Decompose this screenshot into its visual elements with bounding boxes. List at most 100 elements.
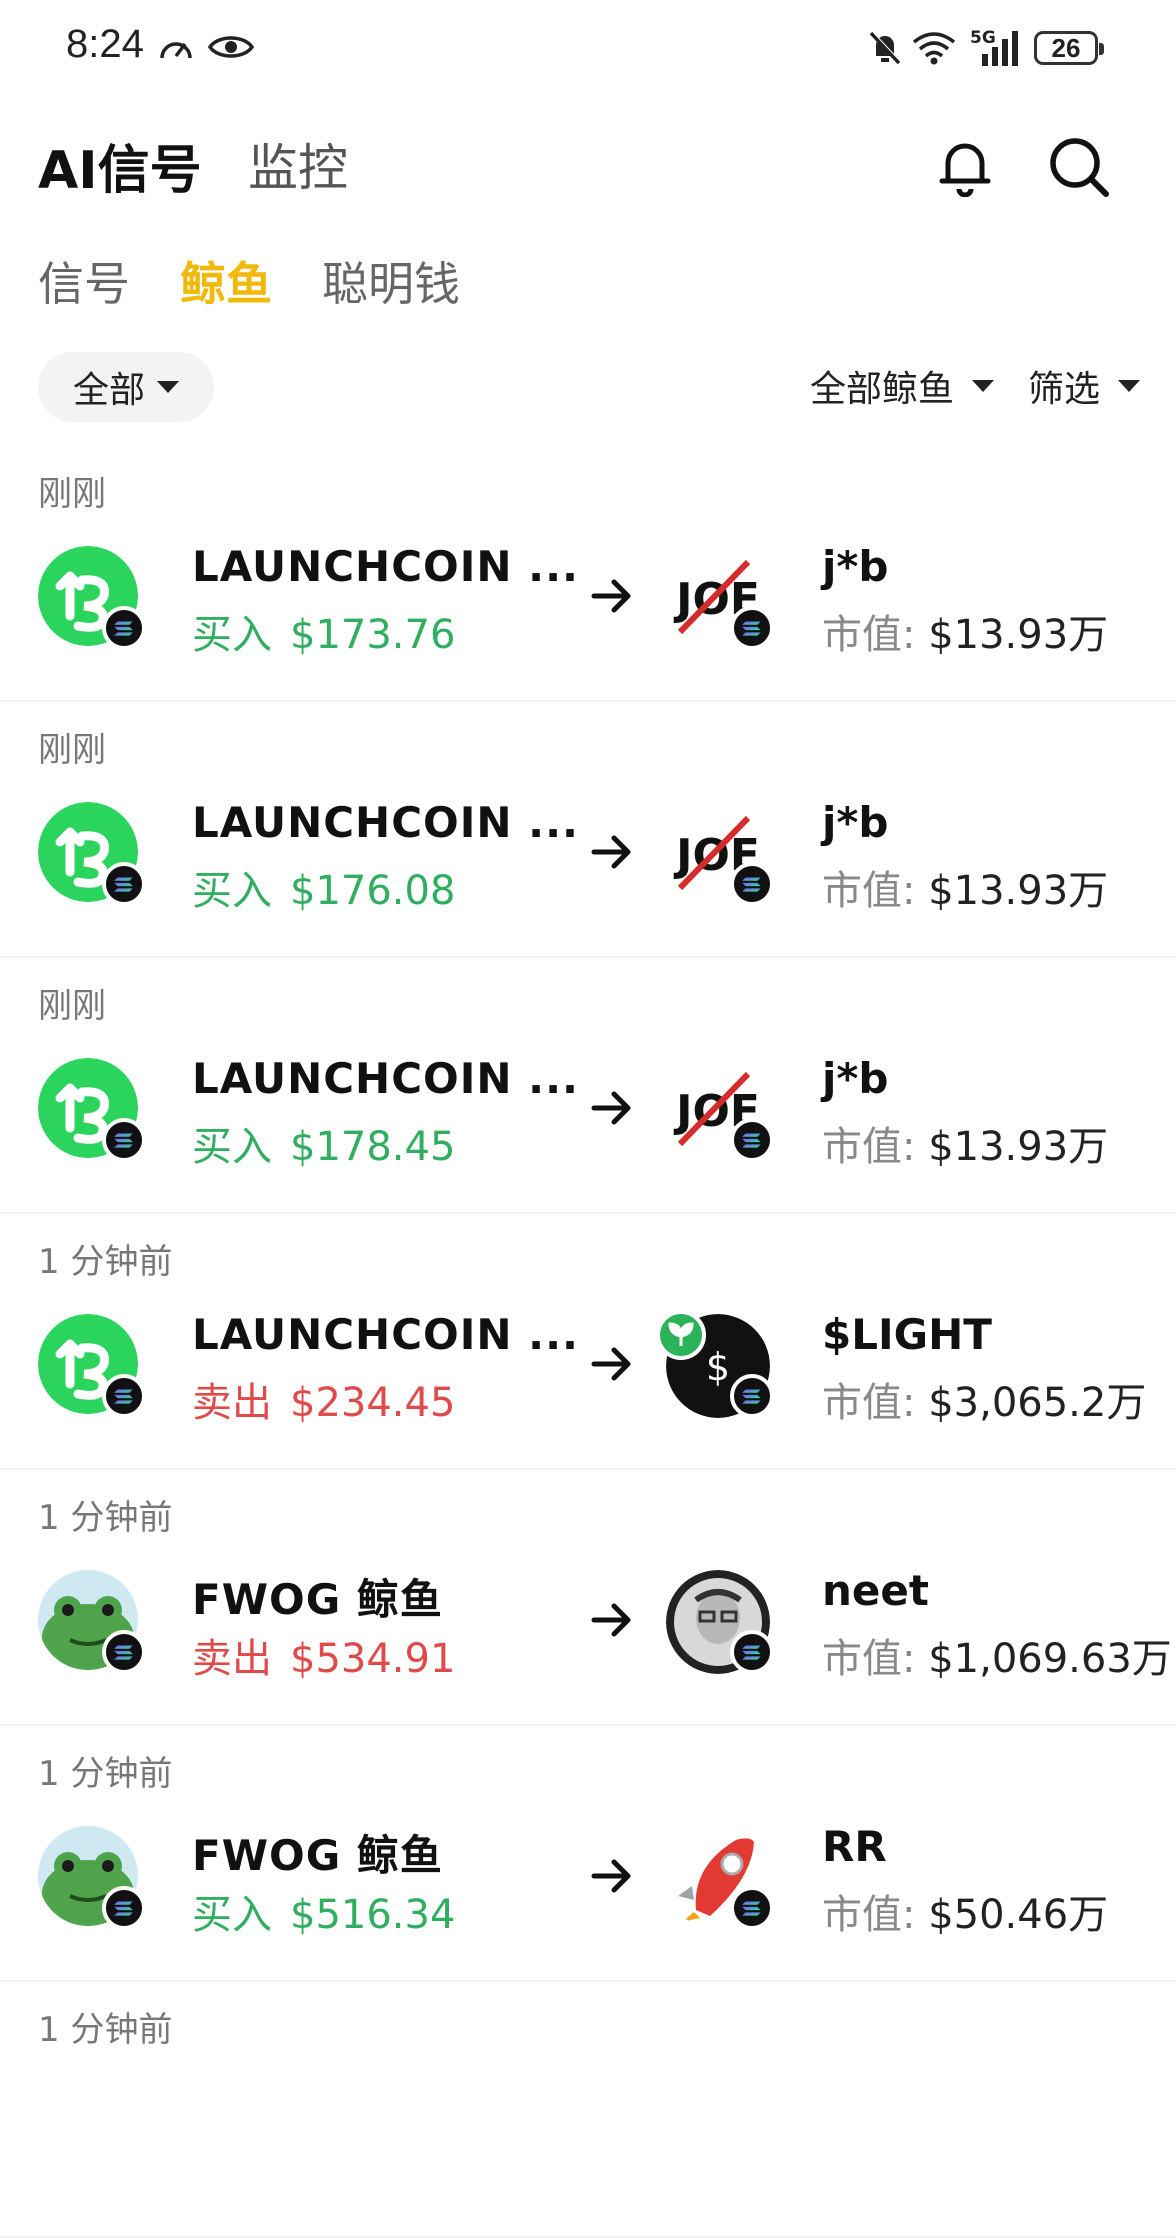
filter-dropdown[interactable]: 筛选	[1028, 360, 1140, 412]
solana-chain-icon	[102, 1630, 146, 1674]
trade-amount: $234.45	[290, 1380, 456, 1426]
market-cap-value: $3,065.2万	[928, 1380, 1147, 1426]
whale-name: FWOG 鲸鱼	[192, 1831, 443, 1880]
whale-filter-label: 全部鲸鱼	[809, 369, 954, 410]
trade-side: 卖出	[192, 1380, 272, 1426]
sprout-badge-icon	[656, 1310, 706, 1360]
caret-down-icon	[157, 381, 179, 393]
solana-chain-icon	[102, 862, 146, 906]
solana-chain-icon	[730, 1118, 774, 1162]
market-cap: 市值: $50.46万	[822, 1882, 1108, 1940]
trade-side: 买入	[192, 868, 272, 914]
caret-down-icon	[1118, 380, 1140, 392]
whale-activity-item[interactable]: 1 分钟前 FWOG 鲸鱼 卖出 $534.91 neet 市值: $1,069.…	[0, 1470, 1176, 1726]
activity-time: 刚刚	[38, 474, 106, 514]
market-cap-value: $50.46万	[928, 1892, 1109, 1938]
token-name: j*b	[822, 1054, 889, 1103]
filter-label: 筛选	[1027, 369, 1100, 410]
market-cap-label: 市值:	[822, 1124, 916, 1170]
solana-chain-icon	[730, 1886, 774, 1930]
status-time: 8:24	[66, 22, 144, 66]
whale-name: LAUNCHCOIN ...	[192, 1310, 579, 1359]
whale-name: LAUNCHCOIN ...	[192, 1054, 579, 1103]
whale-name: LAUNCHCOIN ...	[192, 798, 579, 847]
market-cap-label: 市值:	[822, 1636, 916, 1682]
trade-action: 卖出 $234.45	[192, 1370, 455, 1428]
trade-side: 买入	[192, 1892, 272, 1938]
market-cap-value: $13.93万	[928, 1124, 1109, 1170]
trade-amount: $516.34	[290, 1892, 456, 1938]
search-icon	[1050, 138, 1109, 197]
arrow-right-icon	[591, 1347, 631, 1381]
eye-icon	[208, 36, 254, 58]
activity-time: 刚刚	[38, 730, 106, 770]
market-cap: 市值: $3,065.2万	[822, 1370, 1146, 1428]
solana-chain-icon	[730, 606, 774, 650]
trade-side: 卖出	[192, 1636, 272, 1682]
trade-action: 买入 $173.76	[192, 602, 455, 660]
token-name: neet	[822, 1566, 929, 1615]
solana-chain-icon	[102, 1886, 146, 1930]
solana-chain-icon	[730, 862, 774, 906]
bell-icon	[939, 143, 991, 197]
whale-activity-item[interactable]: 刚刚 LAUNCHCOIN ... 买入 $176.08 j*b 市值: $13.…	[0, 702, 1176, 958]
trade-action: 卖出 $534.91	[192, 1626, 455, 1684]
trade-side: 买入	[192, 1124, 272, 1170]
signal-icon	[982, 31, 1018, 66]
market-cap-value: $13.93万	[928, 868, 1109, 914]
activity-time: 刚刚	[38, 986, 106, 1026]
whale-filter-dropdown[interactable]: 全部鲸鱼	[810, 360, 994, 412]
battery-indicator: 26	[1034, 31, 1104, 65]
market-cap-value: $1,069.63万	[928, 1636, 1172, 1682]
trade-amount: $173.76	[290, 612, 456, 658]
scope-dropdown[interactable]: 全部	[38, 352, 214, 422]
market-cap: 市值: $1,069.63万	[822, 1626, 1172, 1684]
trade-amount: $534.91	[290, 1636, 456, 1682]
whale-name: LAUNCHCOIN ...	[192, 542, 579, 591]
wifi-icon	[912, 32, 956, 65]
trade-action: 买入 $516.34	[192, 1882, 455, 1940]
market-cap-value: $13.93万	[928, 612, 1109, 658]
arrow-right-icon	[591, 1859, 631, 1893]
monitor-tab[interactable]: 监控	[248, 128, 348, 200]
whale-activity-item[interactable]: 1 分钟前 LAUNCHCOIN ... 卖出 $234.45 $LIGHT 市值…	[0, 1214, 1176, 1470]
trade-amount: $178.45	[290, 1124, 456, 1170]
trade-amount: $176.08	[290, 868, 456, 914]
tab-whales[interactable]: 鲸鱼	[180, 248, 272, 312]
activity-time: 1 分钟前	[38, 2010, 173, 2050]
whale-activity-item: 1 分钟前	[0, 1982, 1176, 2238]
market-cap: 市值: $13.93万	[822, 858, 1108, 916]
tab-smart-money[interactable]: 聪明钱	[322, 248, 460, 312]
market-cap-label: 市值:	[822, 1380, 916, 1426]
activity-time: 1 分钟前	[38, 1498, 173, 1538]
market-cap: 市值: $13.93万	[822, 602, 1108, 660]
market-cap: 市值: $13.93万	[822, 1114, 1108, 1172]
whale-activity-item[interactable]: 刚刚 LAUNCHCOIN ... 买入 $173.76 j*b 市值: $13.…	[0, 446, 1176, 702]
token-name: $LIGHT	[822, 1310, 992, 1359]
caret-down-icon	[971, 380, 994, 392]
arrow-right-icon	[591, 835, 631, 869]
whale-activity-item[interactable]: 1 分钟前 FWOG 鲸鱼 买入 $516.34 RR 市值: $50.46万	[0, 1726, 1176, 1982]
whale-feed: 刚刚 LAUNCHCOIN ... 买入 $173.76 j*b 市值: $13.…	[0, 446, 1176, 2238]
trade-action: 买入 $178.45	[192, 1114, 455, 1172]
status-bar: 8:24 5G 26	[0, 0, 1176, 100]
tab-signals[interactable]: 信号	[38, 248, 130, 312]
activity-time: 1 分钟前	[38, 1754, 173, 1794]
page-title[interactable]: AI信号	[38, 128, 202, 203]
notification-button[interactable]	[930, 132, 1000, 202]
search-button[interactable]	[1044, 132, 1114, 202]
trade-action: 买入 $176.08	[192, 858, 455, 916]
scope-label: 全部	[72, 370, 145, 411]
speed-icon	[160, 42, 192, 59]
market-cap-label: 市值:	[822, 1892, 916, 1938]
arrow-right-icon	[591, 1603, 631, 1637]
trade-side: 买入	[192, 612, 272, 658]
solana-chain-icon	[102, 1118, 146, 1162]
solana-chain-icon	[102, 606, 146, 650]
token-name: RR	[822, 1822, 887, 1871]
solana-chain-icon	[730, 1630, 774, 1674]
token-name: j*b	[822, 798, 889, 847]
arrow-right-icon	[591, 1091, 631, 1125]
arrow-right-icon	[591, 579, 631, 613]
whale-activity-item[interactable]: 刚刚 LAUNCHCOIN ... 买入 $178.45 j*b 市值: $13.…	[0, 958, 1176, 1214]
